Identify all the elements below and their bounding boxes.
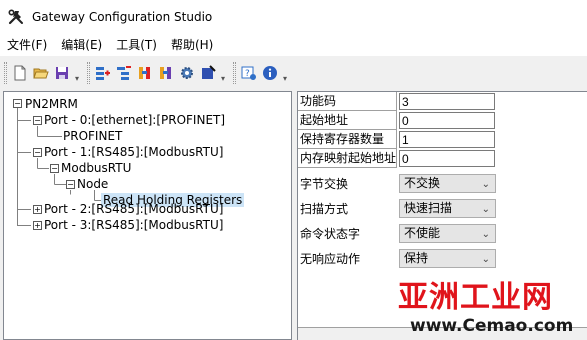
add-command-button[interactable] [135,63,154,83]
open-folder-icon [32,68,49,79]
tree-node-port3[interactable]: Port - 3:[RS485]:[ModbusRTU] [42,217,225,233]
tree-node-label: Port - 0:[ethernet]:[PROFINET] [44,113,226,127]
menu-help[interactable]: 帮助(H) [164,34,220,56]
prop-row-no-response-action: 无响应动作 保持 ⌄ [298,247,496,271]
prop-key: 字节交换 [298,172,397,196]
tree-node-modbusrtu[interactable]: ModbusRTU [59,160,133,176]
tree-node-profinet[interactable]: PROFINET [61,128,124,144]
tree-node-root[interactable]: PN2MRM [23,96,80,112]
tree-node-label: PROFINET [63,129,123,143]
byte-swap-select[interactable]: 不交换 ⌄ [399,174,496,193]
select-value: 快速扫描 [404,201,453,215]
tree-node-label: Port - 3:[RS485]:[ModbusRTU] [44,218,224,232]
add-command-icon [138,67,150,79]
tree-expander-root[interactable]: − [13,99,22,108]
select-value: 不交换 [404,176,441,190]
select-value: 保持 [404,251,429,265]
toolbar-overflow-1[interactable]: ▾ [73,62,81,84]
memory-map-address-input[interactable] [399,150,495,167]
tree-expander-port0[interactable]: − [33,116,42,125]
command-status-select[interactable]: 不使能 ⌄ [399,224,496,243]
chevron-down-icon: ⌄ [481,229,490,240]
tree-expander-modbusrtu[interactable]: − [50,164,59,173]
new-file-button[interactable] [10,63,29,83]
toolbar-overflow-3[interactable]: ▾ [281,62,289,84]
toolbar-grip[interactable] [4,62,7,84]
variable-button[interactable] [156,63,175,83]
function-code-input[interactable] [399,93,495,110]
prop-row-command-status: 命令状态字 不使能 ⌄ [298,222,496,246]
toolbar-overflow-2[interactable]: ▾ [219,62,227,84]
watermark-url: www.Cemao.com [410,316,574,336]
toolbar: ▾ ▾ ? ▾ [0,58,587,88]
window-title: Gateway Configuration Studio [32,10,213,24]
about-icon: ? [241,66,256,80]
prop-row-scan-mode: 扫描方式 快速扫描 ⌄ [298,197,496,221]
variable-icon [159,67,171,79]
prop-key: 内存映射起始地址 [298,149,397,168]
download-button[interactable] [198,63,217,83]
tree-node-port1[interactable]: Port - 1:[RS485]:[ModbusRTU] [42,144,225,160]
select-value: 不使能 [404,226,441,240]
tree-node-label: Port - 1:[RS485]:[ModbusRTU] [44,145,224,159]
prop-key: 起始地址 [298,111,397,130]
tree-node-node[interactable]: Node [75,176,110,192]
save-icon [55,67,68,79]
add-port-icon [95,67,110,80]
prop-key: 扫描方式 [298,197,397,221]
watermark-logo: 亚洲工业网 [398,280,553,315]
menu-tools[interactable]: 工具(T) [109,34,164,56]
open-button[interactable] [31,63,50,83]
tree-node-label: Node [77,177,109,191]
menu-edit[interactable]: 编辑(E) [54,34,109,56]
prop-row-start-address: 起始地址 [298,111,495,130]
about-button[interactable]: ? [239,63,258,83]
tree-expander-node[interactable]: − [66,180,75,189]
device-tree[interactable]: − PN2MRM − Port - 0:[ethernet]:[PROFINET… [3,91,292,340]
menu-file[interactable]: 文件(F) [0,34,54,56]
prop-key: 保持寄存器数量 [298,130,397,149]
chevron-down-icon: ⌄ [481,179,490,190]
prop-row-memory-map-address: 内存映射起始地址 [298,149,495,168]
download-icon [201,65,216,79]
add-port-button[interactable] [93,63,112,83]
prop-key: 命令状态字 [298,222,397,246]
prop-row-register-count: 保持寄存器数量 [298,130,495,149]
start-address-input[interactable] [399,112,495,129]
hammer-wrench-icon [8,9,23,25]
new-file-icon [14,65,25,81]
prop-key: 功能码 [298,92,397,111]
chevron-down-icon: ⌄ [481,204,490,215]
tree-node-label: PN2MRM [25,97,78,111]
tree-node-port0[interactable]: Port - 0:[ethernet]:[PROFINET] [42,112,227,128]
toolbar-grip-2[interactable] [87,62,90,84]
info-icon [262,66,277,80]
tree-expander-port3[interactable]: + [33,221,42,230]
settings-gear-icon [180,67,193,79]
prop-row-function-code: 功能码 [298,92,495,111]
info-button[interactable] [260,63,279,83]
title-bar: Gateway Configuration Studio [0,0,587,34]
toolbar-grip-3[interactable] [233,62,236,84]
add-device-icon [116,66,131,80]
prop-row-byte-swap: 字节交换 不交换 ⌄ [298,172,496,196]
save-button[interactable] [52,63,71,83]
scan-mode-select[interactable]: 快速扫描 ⌄ [399,199,496,218]
menu-bar: 文件(F) 编辑(E) 工具(T) 帮助(H) [0,34,587,56]
settings-button[interactable] [177,63,196,83]
tree-node-label: ModbusRTU [61,161,132,175]
tree-node-port2[interactable]: Port - 2:[RS485]:[ModbusRTU] [42,201,225,217]
no-response-action-select[interactable]: 保持 ⌄ [399,249,496,268]
chevron-down-icon: ⌄ [481,254,490,265]
register-count-input[interactable] [399,131,495,148]
tree-expander-port2[interactable]: + [33,205,42,214]
add-device-button[interactable] [114,63,133,83]
svg-text:?: ? [245,69,250,79]
tree-expander-port1[interactable]: − [33,148,42,157]
tree-node-label: Port - 2:[RS485]:[ModbusRTU] [44,202,224,216]
prop-key: 无响应动作 [298,247,397,271]
